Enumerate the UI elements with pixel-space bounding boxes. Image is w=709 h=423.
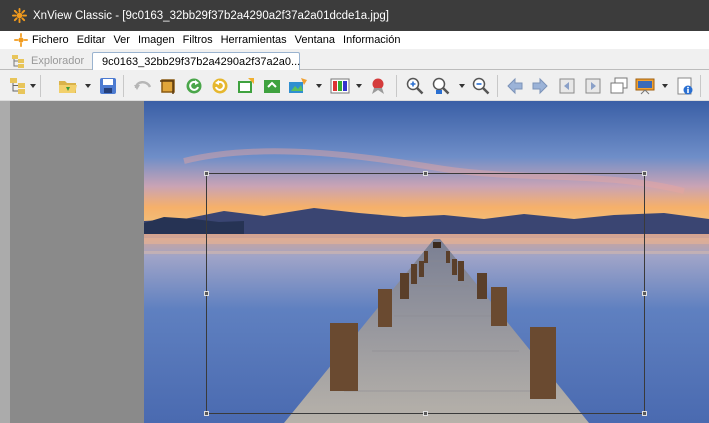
crop-handle-top-left[interactable] [204, 171, 209, 176]
toolbar-separator [40, 75, 41, 97]
save-icon[interactable] [98, 76, 118, 96]
undo-icon[interactable] [133, 76, 153, 96]
app-menu-icon[interactable] [14, 33, 28, 47]
crop-handle-top-right[interactable] [642, 171, 647, 176]
menu-filtros[interactable]: Filtros [183, 34, 213, 46]
menu-imagen[interactable]: Imagen [138, 34, 175, 46]
chevron-down-icon[interactable] [459, 83, 465, 89]
crop-handle-bottom-left[interactable] [204, 411, 209, 416]
viewer-margin [10, 101, 144, 423]
explorer-tree-icon [12, 54, 24, 68]
menu-ver[interactable]: Ver [113, 34, 130, 46]
zoom-icon[interactable] [431, 76, 451, 96]
menu-informacion[interactable]: Información [343, 34, 400, 46]
crop-handle-left[interactable] [204, 291, 209, 296]
toolbar-separator [497, 75, 498, 97]
crop-handle-right[interactable] [642, 291, 647, 296]
slideshow-icon[interactable] [635, 76, 655, 96]
zoom-in-icon[interactable] [405, 76, 425, 96]
window-title: XnView Classic - [9c0163_32bb29f37b2a429… [33, 9, 389, 22]
adjust-icon[interactable] [288, 76, 308, 96]
tab-explorador-label: Explorador [31, 55, 85, 67]
chevron-down-icon[interactable] [316, 83, 322, 89]
next-icon[interactable] [530, 76, 550, 96]
tab-bar: Explorador 9c0163_32bb29f37b2a4290a2f37a… [0, 49, 709, 70]
info-icon[interactable] [675, 76, 695, 96]
chevron-down-icon[interactable] [662, 83, 668, 89]
crop-handle-bottom-right[interactable] [642, 411, 647, 416]
image-viewer[interactable] [0, 101, 709, 423]
toolbar-separator [396, 75, 397, 97]
chevron-down-icon[interactable] [30, 83, 36, 89]
menu-ventana[interactable]: Ventana [295, 34, 335, 46]
rotate-right-icon[interactable] [210, 76, 230, 96]
effects-icon[interactable] [368, 76, 388, 96]
tab-image[interactable]: 9c0163_32bb29f37b2a4290a2f37a2a0... [92, 52, 300, 70]
title-bar: XnView Classic - [9c0163_32bb29f37b2a429… [0, 0, 709, 31]
zoom-out-icon[interactable] [471, 76, 491, 96]
first-page-icon[interactable] [557, 76, 577, 96]
window-icon[interactable] [609, 76, 629, 96]
toolbar [0, 70, 709, 101]
tab-image-label: 9c0163_32bb29f37b2a4290a2f37a2a0... [102, 55, 301, 68]
export-icon[interactable] [262, 76, 282, 96]
crop-handle-top[interactable] [423, 171, 428, 176]
menu-herramientas[interactable]: Herramientas [221, 34, 287, 46]
menu-bar: Fichero Editar Ver Imagen Filtros Herram… [0, 31, 709, 49]
menu-fichero[interactable]: Fichero [32, 34, 69, 46]
toolbar-separator [700, 75, 701, 97]
crop-selection[interactable] [204, 171, 647, 416]
toolbar-separator [123, 75, 124, 97]
crop-handle-bottom[interactable] [423, 411, 428, 416]
last-page-icon[interactable] [583, 76, 603, 96]
xnview-logo-icon [12, 8, 27, 23]
menu-editar[interactable]: Editar [77, 34, 106, 46]
open-folder-icon[interactable] [58, 76, 78, 96]
crop-icon[interactable] [158, 76, 178, 96]
browser-icon[interactable] [8, 76, 28, 96]
tab-explorador[interactable]: Explorador [8, 52, 88, 70]
color-icon[interactable] [330, 76, 350, 96]
rotate-left-icon[interactable] [184, 76, 204, 96]
chevron-down-icon[interactable] [356, 83, 362, 89]
import-icon[interactable] [236, 76, 256, 96]
chevron-down-icon[interactable] [85, 83, 91, 89]
previous-icon[interactable] [505, 76, 525, 96]
